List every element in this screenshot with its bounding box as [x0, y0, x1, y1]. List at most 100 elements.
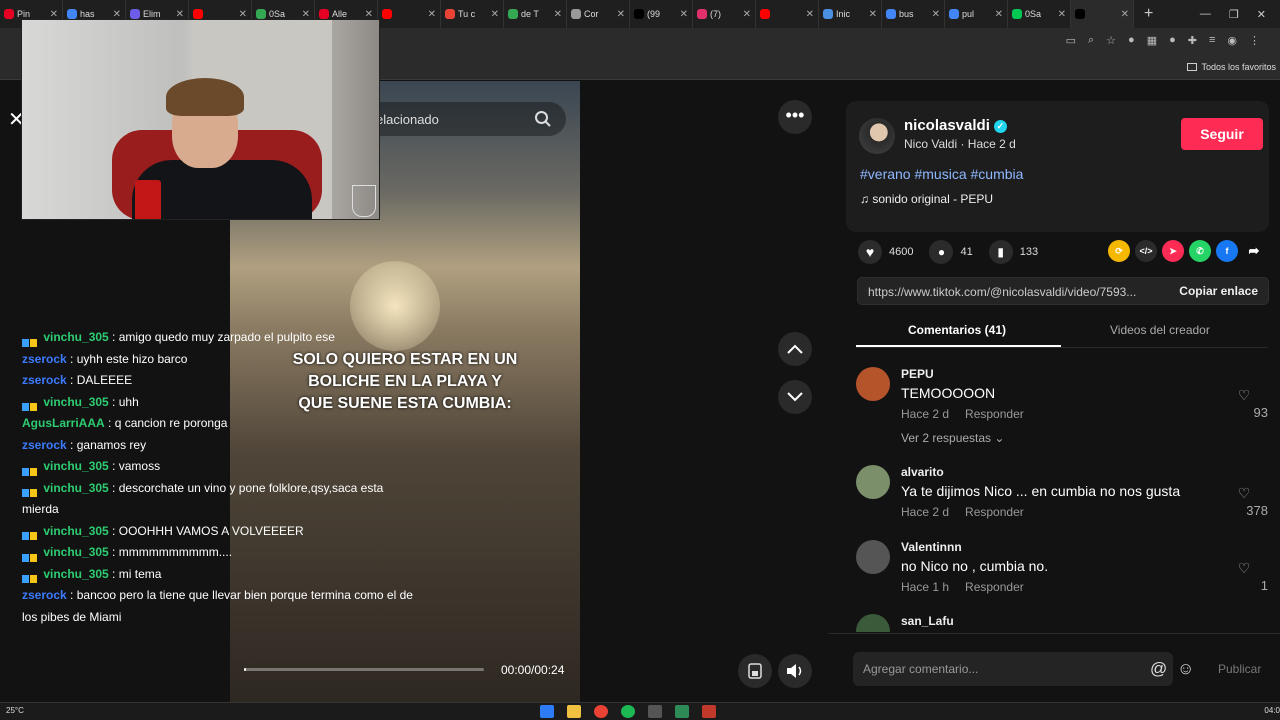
browser-tab[interactable]: Cor ✕	[567, 0, 630, 28]
extensions-puzzle-icon[interactable]: ✚	[1188, 34, 1197, 47]
reply-button[interactable]: Responder	[965, 407, 1024, 421]
tab-close-icon[interactable]: ✕	[743, 9, 751, 20]
comment-stat[interactable]: ● 41	[929, 240, 973, 264]
mention-icon[interactable]: @	[1150, 659, 1167, 679]
reply-button[interactable]: Responder	[965, 580, 1024, 594]
browser-tab[interactable]: ✕	[1071, 0, 1134, 28]
search-bar[interactable]: elacionado	[358, 102, 566, 136]
tab-close-icon[interactable]: ✕	[428, 9, 436, 20]
browser-tab[interactable]: ✕	[378, 0, 441, 28]
profile-icon[interactable]: ◉	[1227, 34, 1237, 47]
comment-username[interactable]: san_Lafu	[901, 614, 954, 628]
comment-avatar[interactable]	[856, 540, 890, 574]
chat-username[interactable]: zserock	[22, 438, 67, 452]
tab-close-icon[interactable]: ✕	[365, 9, 373, 20]
chat-username[interactable]: vinchu_305	[43, 545, 108, 559]
previous-video-button[interactable]	[778, 332, 812, 366]
hashtags[interactable]: #verano #musica #cumbia	[860, 166, 1023, 182]
tab-close-icon[interactable]: ✕	[617, 9, 625, 20]
chat-username[interactable]: zserock	[22, 588, 67, 602]
creator-username-text[interactable]: nicolasvaldi	[904, 117, 990, 134]
app-icon[interactable]	[648, 705, 662, 718]
sound-link[interactable]: ♫ sonido original - PEPU	[860, 192, 993, 206]
tab-creator-videos[interactable]: Videos del creador	[1110, 323, 1210, 337]
app-icon[interactable]	[702, 705, 716, 718]
spotify-icon[interactable]	[621, 705, 635, 718]
search-icon[interactable]	[534, 110, 552, 128]
extension-icon[interactable]: ●	[1169, 34, 1176, 47]
search-input[interactable]: elacionado	[376, 112, 439, 127]
browser-tab[interactable]: (7) ✕	[693, 0, 756, 28]
maximize-icon[interactable]: ❐	[1229, 8, 1239, 21]
chat-username[interactable]: vinchu_305	[43, 524, 108, 538]
view-replies-button[interactable]: Ver 2 respuestas ⌄	[901, 431, 1004, 445]
browser-tab[interactable]: ✕	[756, 0, 819, 28]
comment-avatar[interactable]	[856, 367, 890, 401]
video-progress-bar[interactable]	[244, 668, 484, 671]
whatsapp-icon[interactable]: ✆	[1189, 240, 1211, 262]
browser-tab[interactable]: 0Sa ✕	[1008, 0, 1071, 28]
tab-close-icon[interactable]: ✕	[302, 9, 310, 20]
close-window-icon[interactable]: ✕	[1257, 8, 1266, 21]
file-explorer-icon[interactable]	[567, 705, 581, 718]
sound-label[interactable]: sonido original - PEPU	[872, 192, 993, 206]
chat-username[interactable]: vinchu_305	[43, 459, 108, 473]
tab-close-icon[interactable]: ✕	[869, 9, 877, 20]
tab-close-icon[interactable]: ✕	[113, 9, 121, 20]
all-bookmarks[interactable]: Todos los favoritos	[1187, 62, 1276, 72]
share-icon[interactable]: ➦	[1243, 240, 1265, 262]
facebook-icon[interactable]: f	[1216, 240, 1238, 262]
comment-username[interactable]: alvarito	[901, 465, 944, 479]
creator-avatar[interactable]	[859, 118, 895, 154]
browser-tab[interactable]: Tu c ✕	[441, 0, 504, 28]
extension-icon[interactable]: ▦	[1147, 34, 1157, 47]
chat-username[interactable]: zserock	[22, 352, 67, 366]
cast-icon[interactable]: ▭	[1066, 34, 1076, 47]
like-stat[interactable]: ♥ 4600	[858, 240, 913, 264]
zoom-icon[interactable]: ⌕	[1088, 34, 1094, 47]
send-icon[interactable]: ➤	[1162, 240, 1184, 262]
chat-username[interactable]: vinchu_305	[43, 567, 108, 581]
comment-avatar[interactable]	[856, 465, 890, 499]
tab-close-icon[interactable]: ✕	[995, 9, 1003, 20]
chat-username[interactable]: vinchu_305	[43, 481, 108, 495]
comment-like-icon[interactable]: ♡	[1234, 560, 1254, 577]
comment-username[interactable]: PEPU	[901, 367, 934, 381]
tab-close-icon[interactable]: ✕	[491, 9, 499, 20]
publish-button[interactable]: Publicar	[1218, 662, 1261, 676]
comment-input[interactable]: Agregar comentario... @ ☺	[853, 652, 1194, 686]
browser-tab[interactable]: (99 ✕	[630, 0, 693, 28]
chat-username[interactable]: zserock	[22, 373, 67, 387]
tab-close-icon[interactable]: ✕	[176, 9, 184, 20]
chat-username[interactable]: vinchu_305	[43, 395, 108, 409]
tab-close-icon[interactable]: ✕	[50, 9, 58, 20]
star-icon[interactable]: ☆	[1106, 34, 1116, 47]
tab-close-icon[interactable]: ✕	[806, 9, 814, 20]
volume-button[interactable]	[778, 654, 812, 688]
emoji-icon[interactable]: ☺	[1177, 659, 1194, 679]
tab-comments[interactable]: Comentarios (41)	[908, 323, 1006, 337]
weather-widget[interactable]: 25°C	[6, 706, 24, 715]
follow-button[interactable]: Seguir	[1181, 118, 1263, 150]
app-icon[interactable]	[675, 705, 689, 718]
media-icon[interactable]: ≡	[1209, 34, 1215, 47]
chat-username[interactable]: vinchu_305	[43, 330, 108, 344]
chrome-icon[interactable]	[594, 705, 608, 718]
comment-like-icon[interactable]: ♡	[1234, 387, 1254, 404]
new-tab-icon[interactable]: +	[1144, 5, 1153, 23]
reply-button[interactable]: Responder	[965, 505, 1024, 519]
comment-username[interactable]: Valentinnn	[901, 540, 962, 554]
tab-close-icon[interactable]: ✕	[932, 9, 940, 20]
start-icon[interactable]	[540, 705, 554, 718]
embed-icon[interactable]: </>	[1135, 240, 1157, 262]
save-stat[interactable]: ▮ 133	[988, 240, 1038, 264]
menu-icon[interactable]: ⋮	[1249, 34, 1260, 47]
extension-icon[interactable]: ●	[1128, 34, 1135, 47]
tab-close-icon[interactable]: ✕	[1058, 9, 1066, 20]
tab-close-icon[interactable]: ✕	[680, 9, 688, 20]
browser-tab[interactable]: pul ✕	[945, 0, 1008, 28]
tab-close-icon[interactable]: ✕	[554, 9, 562, 20]
browser-tab[interactable]: Inic ✕	[819, 0, 882, 28]
more-options-button[interactable]: •••	[778, 100, 812, 134]
repost-icon[interactable]: ⟳	[1108, 240, 1130, 262]
